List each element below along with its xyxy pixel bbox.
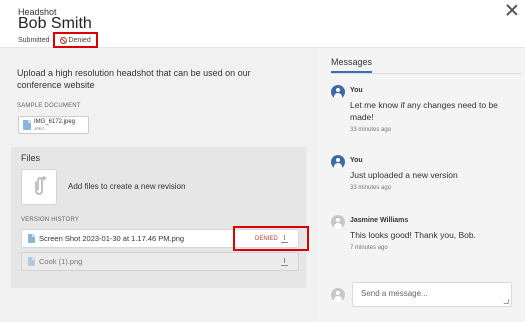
add-file-button[interactable] — [21, 169, 57, 205]
upload-pane: Upload a high resolution headshot that c… — [0, 48, 318, 322]
page-title: Bob Smith — [18, 15, 92, 32]
file-icon — [28, 257, 35, 266]
message-author: You — [350, 157, 363, 164]
user-avatar-icon — [331, 155, 345, 169]
version-file-name[interactable]: Screen Shot 2023-01-30 at 1.17.46 PM.png — [39, 234, 184, 243]
denied-highlight-box — [233, 226, 309, 251]
files-panel: Files Add files to create a new revision… — [11, 147, 309, 288]
status-badge-label: Denied — [68, 36, 91, 44]
message-body: Just uploaded a new version — [350, 170, 458, 180]
messages-pane: Messages You Let me know if any changes … — [318, 48, 525, 322]
sample-file-type: JPEG — [34, 126, 45, 131]
file-icon — [23, 120, 31, 130]
message-body: Let me know if any changes need to be ma… — [350, 100, 498, 122]
message-author: Jasmine Williams — [350, 217, 409, 224]
user-avatar-icon — [331, 215, 345, 229]
files-title: Files — [21, 153, 41, 163]
sample-file-name: IMG_6172.jpeg — [34, 119, 76, 125]
status-badge: Denied — [52, 32, 98, 48]
sample-document-text: IMG_6172.jpeg JPEG — [34, 119, 75, 131]
close-icon[interactable] — [505, 3, 519, 17]
resize-handle-icon[interactable] — [503, 299, 510, 304]
version-row[interactable]: Screen Shot 2023-01-30 at 1.17.46 PM.png… — [21, 226, 309, 251]
sample-document-chip[interactable]: IMG_6172.jpeg JPEG — [18, 116, 89, 134]
message-body: This looks good! Thank you, Bob. — [350, 230, 477, 240]
user-avatar-icon — [331, 288, 345, 302]
message-input[interactable] — [352, 282, 512, 307]
download-icon[interactable] — [281, 235, 288, 243]
version-row[interactable]: Cook (1).png — [21, 252, 299, 271]
message-time: 33 minutes ago — [350, 127, 392, 133]
tab-messages[interactable]: Messages — [331, 57, 372, 67]
add-files-link[interactable]: Add files to create a new revision — [68, 182, 185, 191]
message-item: You Just uploaded a new version 33 minut… — [331, 155, 521, 199]
version-file-name[interactable]: Cook (1).png — [39, 257, 82, 266]
user-avatar-icon — [331, 85, 345, 99]
message-item: You Let me know if any changes need to b… — [331, 85, 521, 135]
ban-icon — [59, 36, 67, 44]
sample-document-label: SAMPLE DOCUMENT — [17, 103, 81, 109]
version-history-label: VERSION HISTORY — [21, 217, 80, 223]
status-row: Submitted Denied — [18, 32, 98, 48]
download-icon[interactable] — [281, 258, 288, 266]
message-time: 7 minutes ago — [350, 245, 388, 251]
message-item: Jasmine Williams This looks good! Thank … — [331, 215, 521, 259]
upload-instructions: Upload a high resolution headshot that c… — [17, 68, 251, 90]
message-author: You — [350, 87, 363, 94]
file-icon — [28, 234, 35, 243]
tab-divider — [331, 73, 521, 74]
header: Headshot Bob Smith Submitted Denied — [0, 0, 525, 48]
message-time: 33 minutes ago — [350, 185, 392, 191]
paperclip-icon — [35, 176, 47, 195]
status-label: Submitted — [18, 36, 50, 44]
